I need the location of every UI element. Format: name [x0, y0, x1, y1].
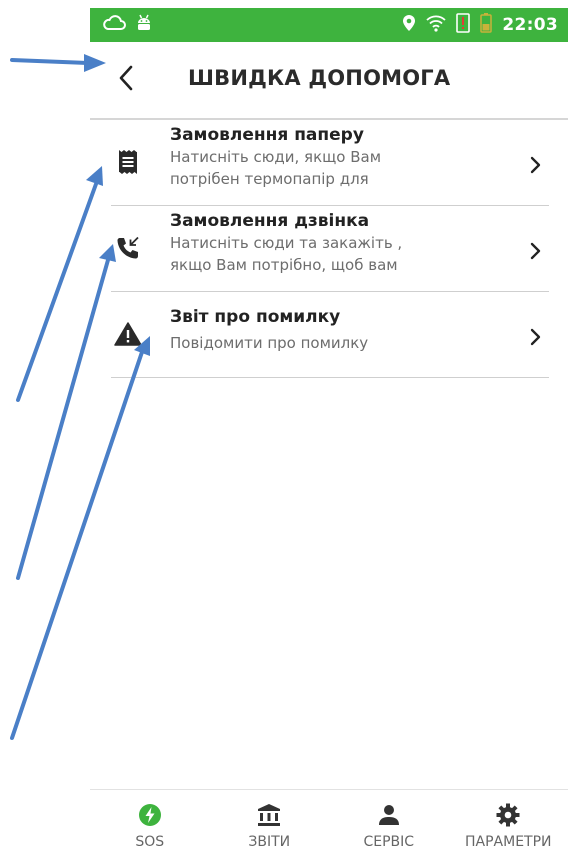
- sim-alert-icon: [456, 13, 471, 37]
- gear-icon: [495, 802, 521, 828]
- item-title: Замовлення дзвінка: [170, 211, 370, 231]
- item-subtitle: якщо Вам потрібно, щоб вам: [170, 256, 398, 274]
- item-subtitle: Повідомити про помилку: [170, 334, 369, 352]
- item-text: Замовлення паперу Натисніть сюди, якщо В…: [170, 124, 500, 190]
- list-item-paper-order[interactable]: Замовлення паперу Натисніть сюди, якщо В…: [90, 120, 568, 206]
- item-text: Звіт про помилку Повідомити про помилку: [170, 306, 500, 354]
- callback-phone-icon: [114, 234, 142, 262]
- item-title: Звіт про помилку: [170, 307, 341, 327]
- item-subtitle: потрібен термопапір для: [170, 170, 369, 188]
- android-icon: [136, 14, 152, 36]
- nav-item-service[interactable]: СЕРВІС: [329, 790, 449, 852]
- item-subtitle: Натисніть сюди, якщо Вам: [170, 148, 382, 166]
- list-item-error-report[interactable]: Звіт про помилку Повідомити про помилку: [90, 292, 568, 378]
- nav-label: СЕРВІС: [363, 834, 415, 850]
- sos-bolt-icon: [137, 802, 163, 828]
- location-pin-icon: [402, 14, 416, 36]
- nav-item-reports[interactable]: ЗВІТИ: [210, 790, 330, 852]
- item-text: Замовлення дзвінка Натисніть сюди та зак…: [170, 210, 500, 276]
- nav-item-sos[interactable]: SOS: [90, 790, 210, 852]
- item-title: Замовлення паперу: [170, 125, 364, 145]
- nav-label: ЗВІТИ: [248, 834, 291, 850]
- nav-item-settings[interactable]: ПАРАМЕТРИ: [449, 790, 568, 852]
- page-title: ШВИДКА ДОПОМОГА: [188, 66, 451, 90]
- help-list: Замовлення паперу Натисніть сюди, якщо В…: [90, 120, 568, 378]
- cloud-icon: [102, 15, 126, 35]
- chevron-right-icon: [526, 328, 544, 346]
- warning-icon: [114, 320, 142, 348]
- status-right: 22:03: [402, 13, 558, 37]
- status-time: 22:03: [502, 15, 558, 35]
- bottom-nav: SOS ЗВІТИ СЕРВІС ПАРАМЕТРИ: [90, 790, 568, 852]
- back-chevron-icon: [117, 65, 135, 95]
- wifi-icon: [426, 14, 446, 36]
- divider: [111, 377, 549, 378]
- battery-icon: [480, 13, 493, 37]
- app-screen: 22:03 ШВИДКА ДОПОМОГА Замовлення паперу …: [90, 0, 568, 852]
- status-bar: 22:03: [90, 8, 568, 42]
- receipt-icon: [114, 148, 142, 176]
- chevron-right-icon: [526, 242, 544, 260]
- person-icon: [376, 802, 402, 828]
- nav-label: SOS: [135, 834, 165, 850]
- app-bar: ШВИДКА ДОПОМОГА: [90, 42, 568, 118]
- status-left: [102, 14, 152, 36]
- back-button[interactable]: [110, 64, 142, 96]
- list-item-call-order[interactable]: Замовлення дзвінка Натисніть сюди та зак…: [90, 206, 568, 292]
- chevron-right-icon: [526, 156, 544, 174]
- item-subtitle: Натисніть сюди та закажіть ,: [170, 234, 403, 252]
- nav-label: ПАРАМЕТРИ: [464, 834, 552, 850]
- bank-icon: [256, 802, 282, 828]
